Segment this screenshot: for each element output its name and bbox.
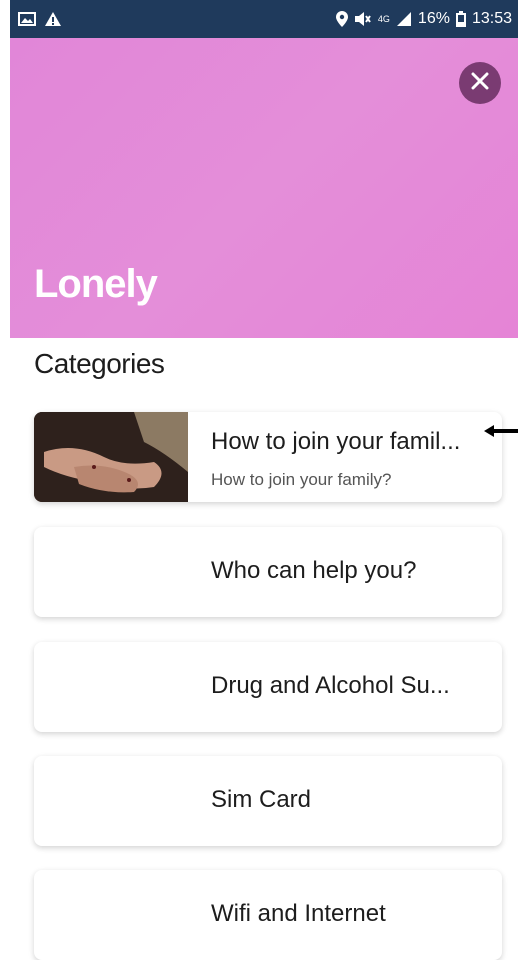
category-title: Sim Card xyxy=(211,786,312,813)
category-thumbnail xyxy=(34,412,188,502)
warning-icon xyxy=(44,11,62,27)
image-notification-icon xyxy=(18,12,36,26)
location-icon xyxy=(335,11,348,27)
section-title: Categories xyxy=(34,348,165,379)
category-title: Drug and Alcohol Su... xyxy=(211,672,450,699)
page-title: Lonely xyxy=(34,262,158,306)
arrow-pointer-icon xyxy=(484,425,518,437)
status-bar: 4G 16% 13:53 xyxy=(10,0,518,38)
category-card-drug-alcohol[interactable]: Drug and Alcohol Su... xyxy=(34,642,502,732)
clock: 13:53 xyxy=(471,10,512,27)
signal-icon xyxy=(396,11,412,27)
close-button[interactable] xyxy=(459,62,501,104)
category-subtitle: How to join your family? xyxy=(211,470,392,489)
network-type-label: 4G xyxy=(377,13,390,24)
battery-icon xyxy=(455,11,466,27)
battery-percentage: 16% xyxy=(417,10,450,27)
category-title: Who can help you? xyxy=(211,557,417,584)
category-title: How to join your famil... xyxy=(211,428,461,455)
category-card-join-family[interactable]: How to join your famil... How to join yo… xyxy=(34,412,502,502)
hero-banner: Lonely xyxy=(10,38,518,338)
network-type-icon: 4G xyxy=(377,13,390,24)
close-icon xyxy=(471,72,489,95)
left-edge xyxy=(0,38,10,917)
category-card-wifi-internet[interactable]: Wifi and Internet xyxy=(34,870,502,960)
mute-icon xyxy=(354,11,372,27)
category-title: Wifi and Internet xyxy=(211,900,386,927)
category-card-sim-card[interactable]: Sim Card xyxy=(34,756,502,846)
category-card-who-can-help[interactable]: Who can help you? xyxy=(34,527,502,617)
